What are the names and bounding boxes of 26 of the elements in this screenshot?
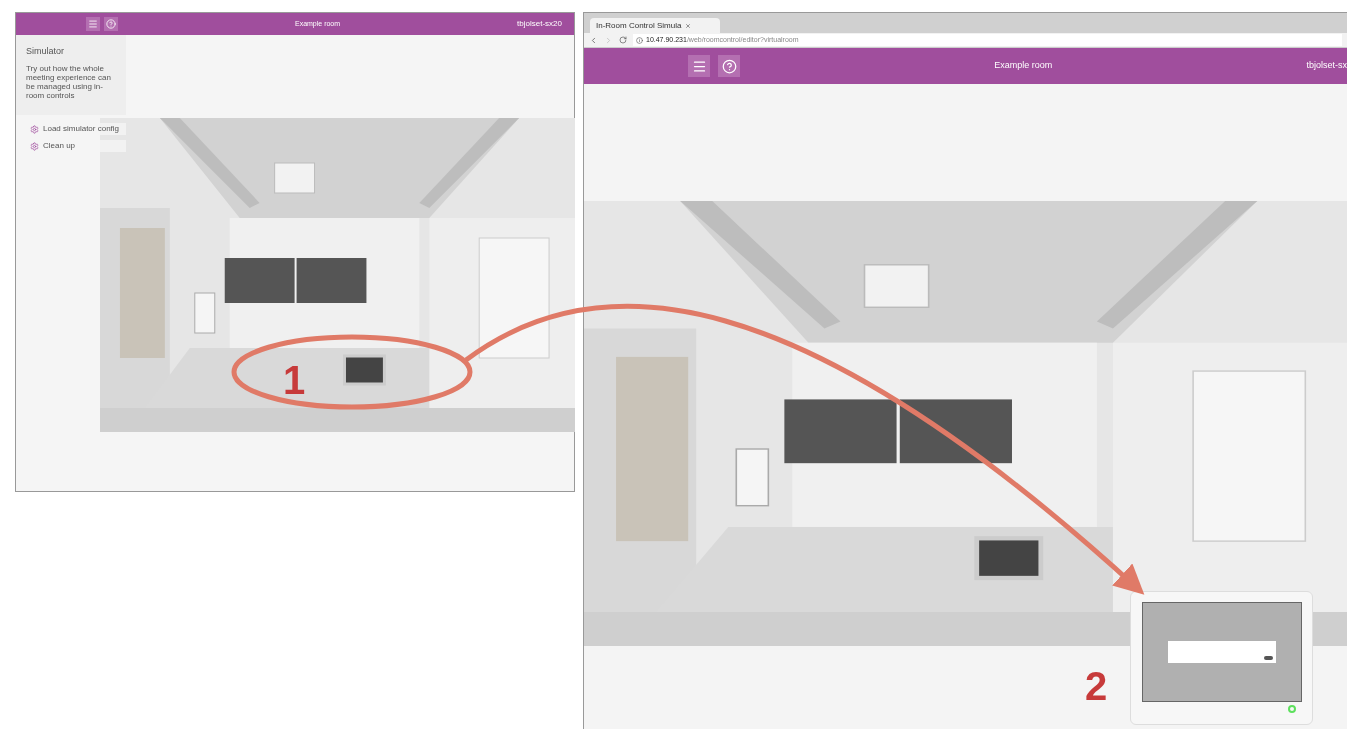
gear-icon bbox=[30, 124, 39, 134]
back-icon[interactable] bbox=[589, 35, 598, 45]
callout-number: 2 bbox=[1085, 663, 1108, 710]
sidebar-description: Try out how the whole meeting experience can be managed using in-room controls bbox=[26, 63, 112, 100]
user-name: tbjolset-sx20 bbox=[517, 18, 562, 30]
info-icon bbox=[636, 36, 643, 44]
close-icon[interactable] bbox=[685, 22, 692, 29]
user-name: tbjolset-sx bbox=[1306, 59, 1347, 73]
callout-number: 1 bbox=[283, 357, 306, 404]
browser-tab[interactable]: In-Room Control Simula bbox=[590, 18, 720, 33]
menu-icon bbox=[88, 19, 98, 29]
sidebar-item[interactable]: Load simulator config bbox=[30, 123, 126, 135]
help-button[interactable] bbox=[718, 55, 740, 77]
gear-icon bbox=[30, 141, 39, 151]
status-light-icon bbox=[1288, 705, 1296, 713]
sidebar-item[interactable]: Clean up bbox=[30, 140, 126, 152]
help-icon bbox=[721, 58, 737, 74]
room-title: Example room bbox=[994, 59, 1053, 73]
menu-icon bbox=[691, 58, 707, 74]
help-icon bbox=[106, 19, 116, 29]
reload-icon[interactable] bbox=[619, 36, 627, 44]
sidebar-title: Simulator bbox=[26, 45, 65, 58]
menu-button[interactable] bbox=[688, 55, 710, 77]
help-button[interactable] bbox=[104, 17, 118, 31]
touch-panel[interactable] bbox=[1130, 591, 1313, 725]
menu-button[interactable] bbox=[86, 17, 100, 31]
